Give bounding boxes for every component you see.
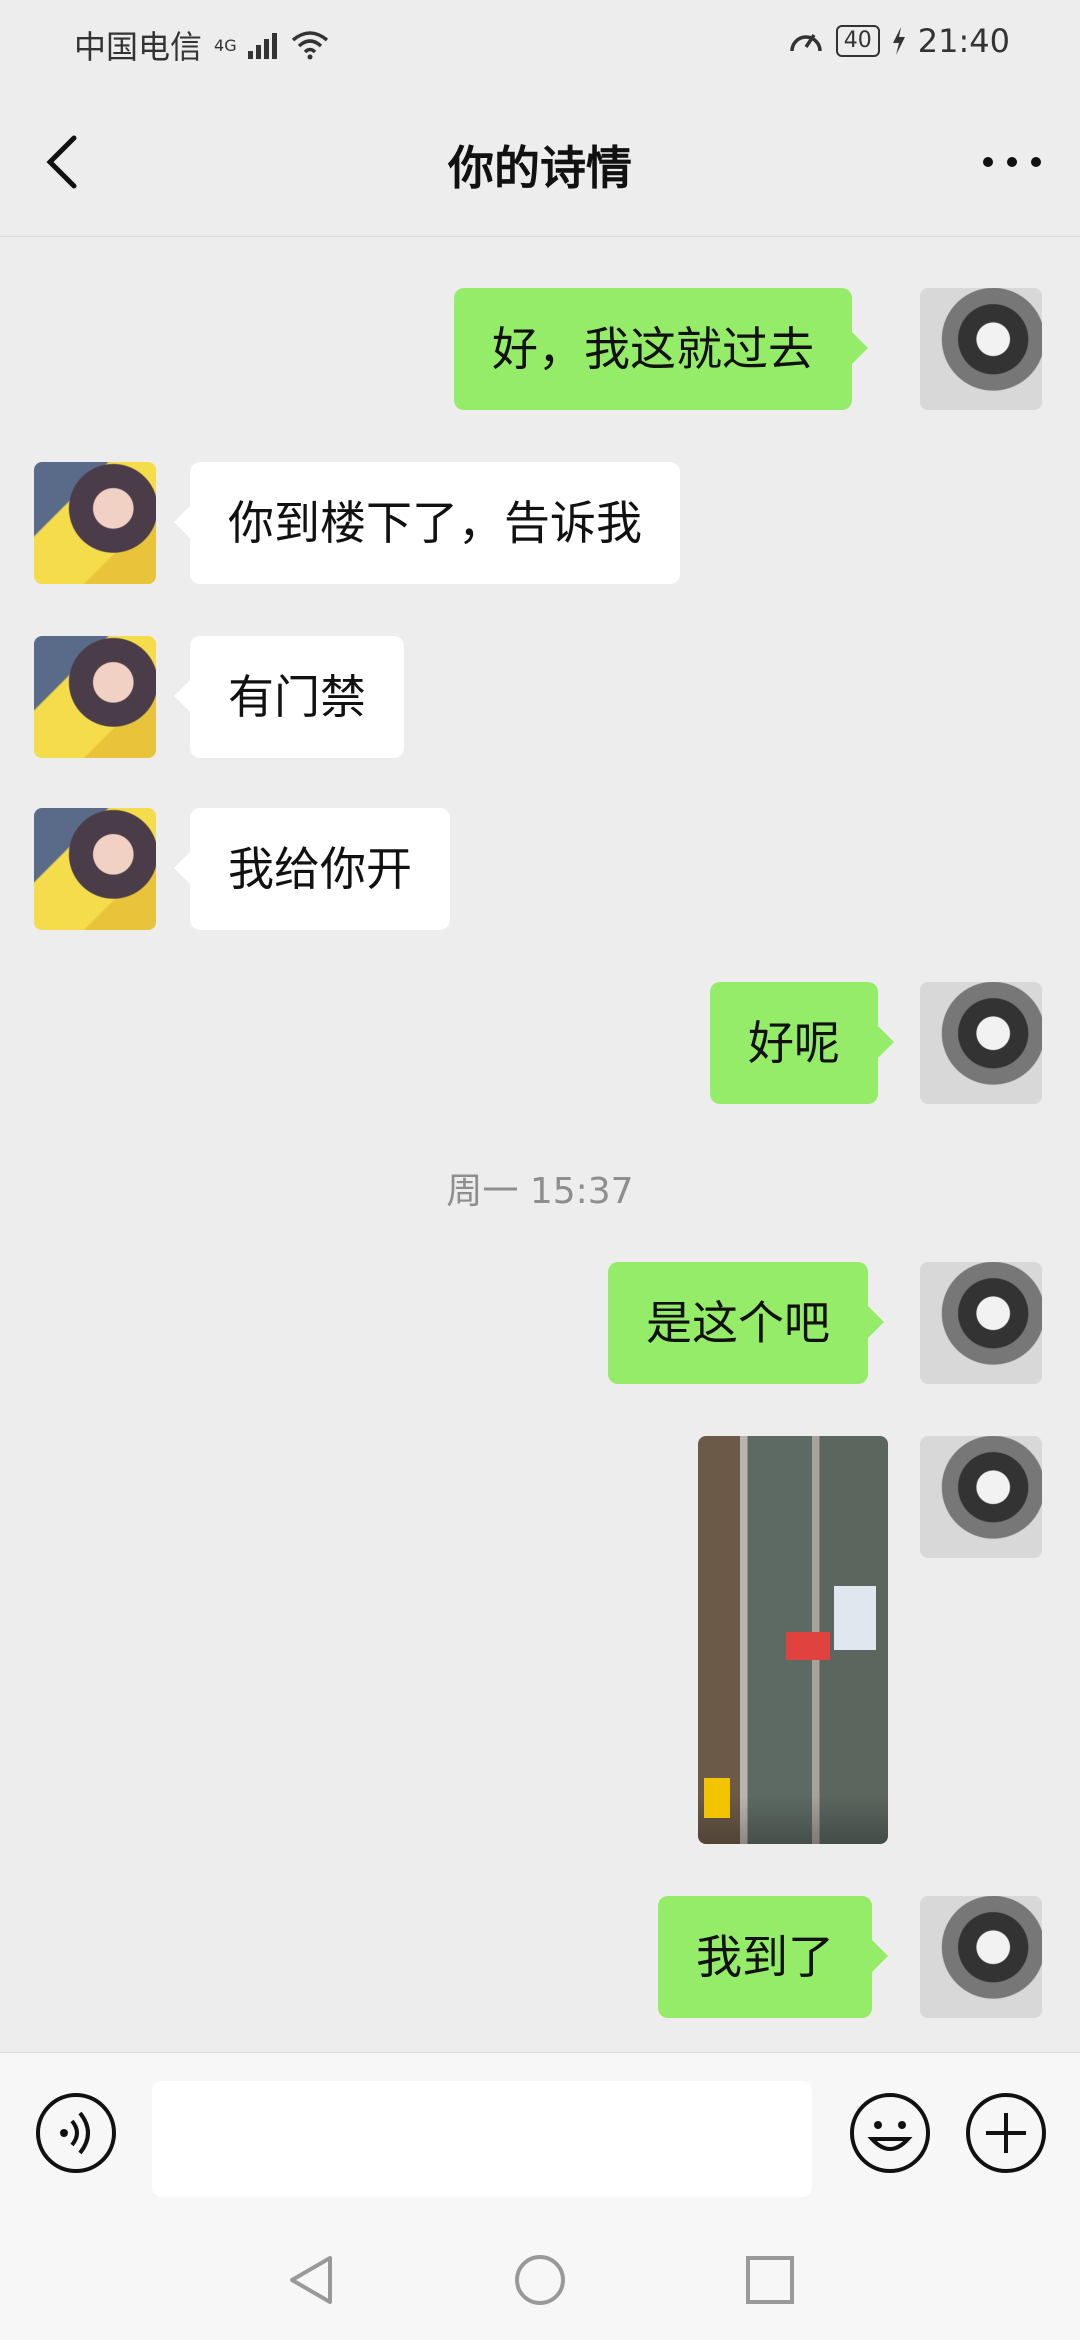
message-bubble[interactable]: 我到了	[658, 1896, 888, 2018]
message-bubble[interactable]: 好，我这就过去	[454, 288, 868, 410]
carrier-label: 中国电信	[74, 28, 203, 66]
more-actions-button[interactable]	[964, 2091, 1048, 2175]
system-home-button[interactable]	[512, 2252, 568, 2308]
chat-header: 你的诗情	[0, 88, 1080, 237]
wifi-icon	[291, 31, 328, 60]
message-bubble[interactable]: 好呢	[710, 982, 894, 1104]
photo-red-sign	[786, 1632, 830, 1660]
network-type: 4G	[214, 35, 237, 55]
speed-meter-icon	[790, 34, 822, 52]
triangle-back-icon	[290, 2256, 332, 2304]
emoji-button[interactable]	[848, 2091, 932, 2175]
system-back-button[interactable]	[284, 2252, 340, 2308]
photo-poster	[834, 1586, 876, 1650]
message-bubble[interactable]: 我给你开	[174, 808, 450, 930]
voice-button[interactable]	[34, 2091, 118, 2175]
contact-avatar[interactable]	[34, 808, 156, 930]
signal-icon	[247, 33, 277, 59]
plus-icon	[966, 2093, 1046, 2173]
charging-icon	[892, 27, 905, 55]
my-avatar[interactable]	[920, 982, 1042, 1104]
message-bubble[interactable]: 你到楼下了，告诉我	[174, 462, 680, 584]
message-bubble[interactable]: 是这个吧	[608, 1262, 884, 1384]
chat-title: 你的诗情	[448, 141, 632, 195]
voice-icon	[36, 2093, 116, 2173]
contact-avatar[interactable]	[34, 636, 156, 758]
circle-home-icon	[515, 2255, 565, 2305]
square-recents-icon	[746, 2256, 794, 2304]
message-bubble[interactable]: 有门禁	[174, 636, 404, 758]
status-right: 40 21:40	[788, 22, 1010, 60]
status-left: 中国电信 4G	[74, 22, 329, 68]
system-recents-button[interactable]	[742, 2252, 798, 2308]
my-avatar[interactable]	[920, 1436, 1042, 1558]
my-avatar[interactable]	[920, 1262, 1042, 1384]
more-options-button[interactable]	[980, 142, 1044, 182]
message-input[interactable]	[152, 2081, 812, 2197]
my-avatar[interactable]	[920, 288, 1042, 410]
status-bar: 中国电信 4G 40 21:40	[0, 0, 1080, 88]
my-avatar[interactable]	[920, 1896, 1042, 2018]
more-dots-icon	[983, 157, 1041, 167]
clock-time: 21:40	[917, 22, 1010, 60]
contact-avatar[interactable]	[34, 462, 156, 584]
chat-input-bar	[0, 2052, 1080, 2215]
image-message[interactable]	[698, 1436, 888, 1844]
system-navigation-bar	[0, 2214, 1080, 2340]
battery-level: 40	[835, 25, 880, 57]
emoji-icon	[850, 2093, 930, 2173]
photo-warning-sign	[704, 1778, 730, 1818]
chat-timestamp: 周一 15:37	[446, 1171, 634, 1212]
